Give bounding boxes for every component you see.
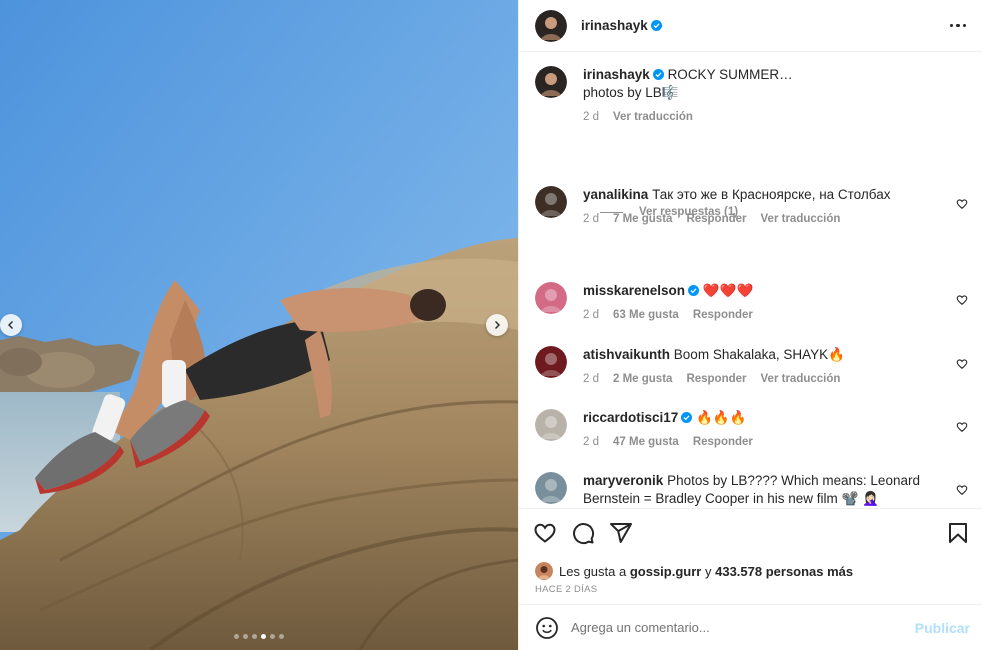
comment-age: 2 d	[583, 309, 599, 321]
reply-button[interactable]: Responder	[686, 370, 746, 388]
commenter-username[interactable]: atishvaikunth	[583, 347, 670, 362]
commenter-avatar[interactable]	[535, 186, 567, 218]
heart-icon[interactable]	[956, 294, 968, 306]
carousel-dot	[279, 634, 284, 639]
publish-button[interactable]: Publicar	[915, 620, 970, 636]
comment-input[interactable]	[571, 620, 915, 635]
beach-rock-photo	[0, 0, 518, 650]
verified-icon	[650, 20, 662, 31]
commenter-avatar[interactable]	[535, 472, 567, 504]
heart-icon[interactable]	[956, 358, 968, 370]
post-header: irinashayk	[519, 0, 982, 52]
comment-text: Boom Shakalaka, SHAYK🔥	[673, 347, 845, 362]
carousel-dot	[270, 634, 275, 639]
carousel-prev-button[interactable]	[0, 314, 22, 336]
comment-item: misskarenelson ❤️❤️❤️ 2 d 63 Me gusta Respo…	[535, 282, 968, 324]
heart-icon	[534, 523, 556, 543]
commenter-avatar[interactable]	[535, 409, 567, 441]
commenter-username[interactable]: yanalikina	[583, 187, 648, 202]
post-photo[interactable]	[0, 0, 518, 650]
author-avatar[interactable]	[535, 9, 567, 42]
liker-username[interactable]: gossip.gurr	[630, 564, 702, 579]
comment-age: 2 d	[583, 213, 599, 225]
comment-text: ❤️❤️❤️	[702, 283, 754, 298]
likes-prefix: Les gusta a	[559, 563, 627, 579]
caption-username[interactable]: irinashayk	[583, 67, 650, 82]
author-username[interactable]: irinashayk	[581, 18, 648, 33]
chevron-left-icon	[8, 321, 13, 329]
liker-avatar[interactable]	[535, 562, 553, 580]
caption: irinashayk ROCKY SUMMER… photos by LB🎼 2…	[535, 66, 968, 126]
comment-age: 2 d	[583, 436, 599, 448]
verified-icon	[688, 285, 700, 296]
verified-icon	[681, 412, 693, 423]
carousel-indicator	[0, 634, 518, 639]
likes-section: Les gusta a gossip.gurr y 433.578 person…	[519, 556, 982, 604]
carousel-next-button[interactable]	[486, 314, 508, 336]
author-avatar[interactable]	[535, 66, 567, 98]
commenter-username[interactable]: misskarenelson	[583, 283, 685, 298]
commenter-username[interactable]: maryveronik	[583, 473, 663, 488]
chevron-right-icon	[495, 321, 500, 329]
comment-likes[interactable]: 2 Me gusta	[613, 370, 672, 388]
comments-list: irinashayk ROCKY SUMMER… photos by LB🎼 2…	[519, 52, 982, 508]
commenter-username[interactable]: riccardotisci17	[583, 410, 678, 425]
commenter-avatar[interactable]	[535, 282, 567, 314]
like-button[interactable]	[533, 521, 557, 545]
comment-age: 2 d	[583, 373, 599, 385]
carousel-dot	[243, 634, 248, 639]
comment-likes[interactable]: 63 Me gusta	[613, 306, 679, 324]
comment-button[interactable]	[571, 521, 595, 545]
see-translation-link[interactable]: Ver traducción	[761, 210, 841, 228]
heart-icon[interactable]	[956, 421, 968, 433]
carousel-dot	[252, 634, 257, 639]
posted-ago[interactable]: HACE 2 DÍAS	[535, 584, 966, 595]
likes-middle: y	[704, 563, 712, 579]
reply-button[interactable]: Responder	[693, 306, 753, 324]
view-replies-label: Ver respuestas (1)	[639, 206, 739, 218]
replies-divider	[600, 211, 623, 213]
view-replies-link[interactable]: Ver respuestas (1)	[600, 206, 738, 218]
comment-icon	[573, 522, 595, 544]
emoji-icon[interactable]	[535, 616, 559, 640]
heart-icon[interactable]	[956, 198, 968, 210]
heart-icon[interactable]	[956, 484, 968, 496]
comment-item: maryveronik Photos by LB???? Which means…	[535, 472, 968, 508]
caption-text-line2: photos by LB🎼	[583, 85, 679, 100]
more-icon[interactable]	[948, 18, 969, 34]
carousel-dot	[261, 634, 266, 639]
see-translation-link[interactable]: Ver traducción	[613, 108, 693, 126]
caption-text: ROCKY SUMMER…	[667, 67, 793, 82]
post-side-panel: irinashayk irinashayk ROCKY SUMMER… phot…	[518, 0, 982, 650]
comment-composer: Publicar	[519, 604, 982, 650]
bookmark-icon	[949, 522, 967, 543]
save-button[interactable]	[946, 521, 970, 545]
caption-age: 2 d	[583, 111, 599, 123]
share-icon	[610, 522, 632, 543]
comment-item: riccardotisci17 🔥🔥🔥 2 d 47 Me gusta Respond…	[535, 409, 968, 451]
see-translation-link[interactable]: Ver traducción	[761, 370, 841, 388]
post-actions	[519, 508, 982, 556]
likes-count[interactable]: 433.578 personas más	[715, 564, 853, 579]
commenter-avatar[interactable]	[535, 346, 567, 378]
carousel-dot	[234, 634, 239, 639]
comment-text: 🔥🔥🔥	[696, 410, 747, 425]
share-button[interactable]	[609, 521, 633, 545]
post-viewer: irinashayk irinashayk ROCKY SUMMER… phot…	[0, 0, 982, 650]
verified-icon	[652, 69, 664, 80]
comment-text: Так это же в Красноярске, на Столбах	[652, 187, 891, 202]
reply-button[interactable]: Responder	[693, 433, 753, 451]
comment-item: atishvaikunth Boom Shakalaka, SHAYK🔥 2 d 2…	[535, 346, 968, 388]
comment-likes[interactable]: 47 Me gusta	[613, 433, 679, 451]
